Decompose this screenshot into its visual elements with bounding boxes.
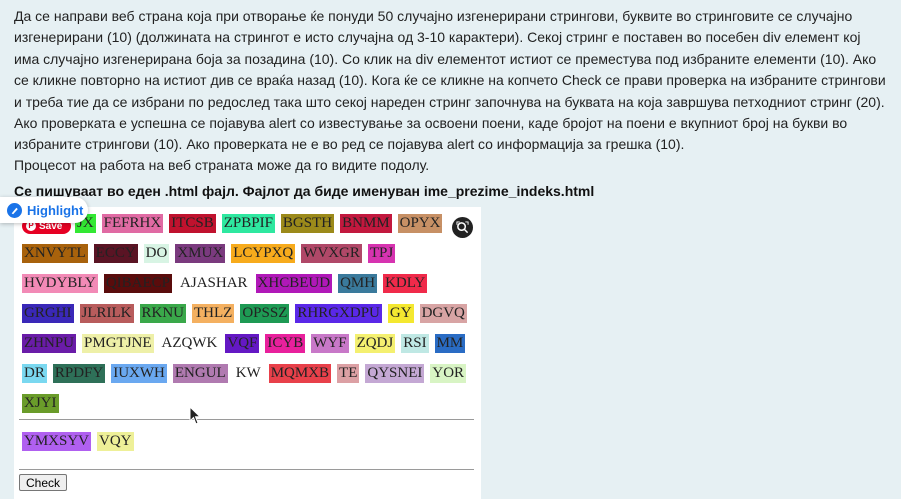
process-note: Процесот на работа на веб страната може … (14, 157, 430, 173)
demo-screenshot: P Save JX FEFRHX ITCSB ZPBPIF BGSTH BNMM OPYX X… (14, 207, 481, 499)
highlight-button[interactable]: Highlight (0, 197, 88, 223)
string-item[interactable]: ZPBPIF (221, 214, 275, 233)
highlight-label: Highlight (27, 202, 84, 218)
string-item[interactable]: WYF (311, 334, 349, 353)
task-description: Да се направи веб страна која при отвора… (14, 8, 886, 153)
string-item[interactable]: XJYI (22, 394, 59, 413)
string-item[interactable]: THLZ (192, 304, 235, 323)
string-list: JX FEFRHX ITCSB ZPBPIF BGSTH BNMM OPYX XNVYTL EC… (22, 214, 474, 413)
string-item[interactable]: MM (434, 334, 466, 353)
string-item[interactable]: ZHNPU (22, 334, 77, 353)
string-item[interactable]: MQMXB (268, 364, 332, 383)
check-button[interactable]: Check (19, 474, 67, 491)
selected-list: YMXSYV VQY (22, 432, 134, 451)
string-item[interactable]: ITCSB (169, 214, 216, 233)
string-item[interactable]: XHCBEUD (255, 274, 333, 293)
string-item[interactable]: GY (387, 304, 414, 323)
string-item[interactable]: TE (337, 364, 360, 383)
string-item[interactable]: AJASHAR (178, 274, 250, 293)
string-item[interactable]: RKNU (139, 304, 187, 323)
string-item[interactable]: DGVQ (419, 304, 467, 323)
string-item[interactable]: BGSTH (280, 214, 335, 233)
visual-search-icon[interactable] (452, 217, 473, 238)
string-item[interactable]: DO (143, 244, 170, 263)
lens-icon (456, 221, 469, 234)
divider-top (19, 419, 474, 420)
string-item[interactable]: QMH (338, 274, 378, 293)
string-item[interactable]: QYSNEI (365, 364, 425, 383)
selected-string-item[interactable]: VQY (97, 432, 134, 451)
string-item[interactable]: ENGUL (172, 364, 228, 383)
highlighter-icon (7, 202, 22, 218)
string-item[interactable]: OPSSZ (240, 304, 290, 323)
string-item[interactable]: JLRILK (79, 304, 134, 323)
mouse-cursor-icon (189, 406, 202, 425)
string-item[interactable]: WVXGR (301, 244, 362, 263)
string-item[interactable]: XMUX (175, 244, 226, 263)
string-item[interactable]: RHRGXDPU (295, 304, 382, 323)
string-item[interactable]: LCYPXQ (231, 244, 296, 263)
string-item[interactable]: DR (22, 364, 47, 383)
string-item[interactable]: HVDYBLY (22, 274, 98, 293)
string-item[interactable]: KDLY (383, 274, 428, 293)
string-item[interactable]: PMGTJNE (82, 334, 154, 353)
string-item[interactable]: BNMM (340, 214, 392, 233)
string-item[interactable]: XNVYTL (22, 244, 88, 263)
string-item[interactable]: YOR (430, 364, 467, 383)
string-item[interactable]: ICYB (265, 334, 306, 353)
string-item[interactable]: RSI (401, 334, 429, 353)
string-item[interactable]: RPDFY (52, 364, 106, 383)
divider-bottom (19, 469, 474, 470)
string-item[interactable]: IUXWH (111, 364, 167, 383)
file-instruction: Се пишуваат во еден .html фајл. Фајлот д… (14, 183, 595, 199)
string-item[interactable]: OPYX (397, 214, 443, 233)
string-item[interactable]: VQF (225, 334, 260, 353)
string-item[interactable]: TPJ (367, 244, 396, 263)
string-item[interactable]: QIBAECP (103, 274, 173, 293)
string-item[interactable]: ECCY (93, 244, 138, 263)
string-item[interactable]: AZQWK (159, 334, 220, 353)
string-item[interactable]: FEFRHX (101, 214, 164, 233)
string-item[interactable]: ZQDJ (354, 334, 396, 353)
string-item[interactable]: KW (233, 364, 263, 383)
string-item[interactable]: GRGHI (22, 304, 74, 323)
selected-string-item[interactable]: YMXSYV (22, 432, 92, 451)
